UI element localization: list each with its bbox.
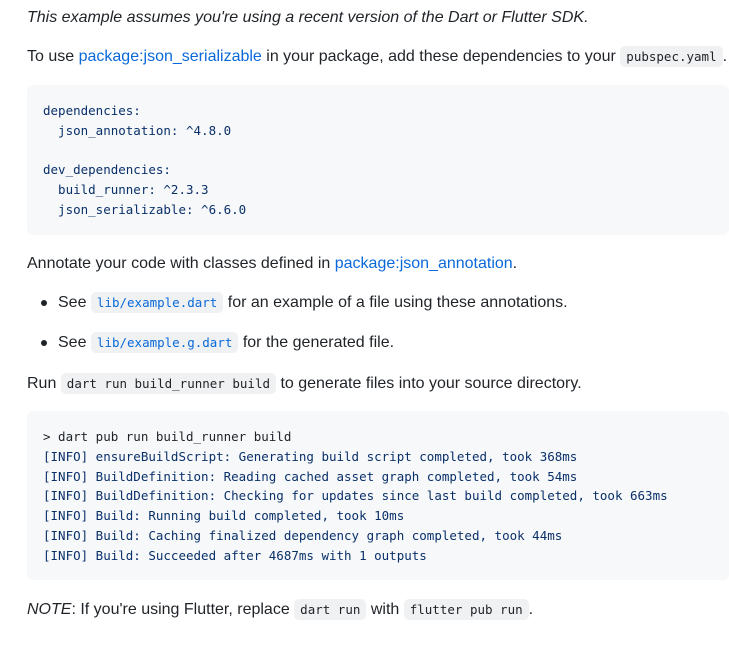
- code-line: dependencies:: [43, 103, 141, 118]
- list-item-suffix: for the generated file.: [238, 334, 395, 351]
- annotate-suffix: .: [512, 255, 518, 272]
- usage-middle: in your package, add these dependencies …: [261, 48, 621, 65]
- run-paragraph: Run dart run build_runner build to gener…: [27, 372, 582, 396]
- code-line: dev_dependencies:: [43, 162, 171, 178]
- code-line: build_runner: ^2.3.3: [43, 182, 209, 198]
- intro-text: This example assumes you're using a rece…: [27, 9, 589, 26]
- log-line: [INFO] ensureBuildScript: Generating bui…: [43, 448, 578, 464]
- run-command-code: dart run build_runner build: [60, 373, 276, 394]
- log-line: [INFO] Build: Caching finalized dependen…: [43, 527, 563, 543]
- note-middle: with: [366, 601, 404, 618]
- readme-content: This example assumes you're using a rece…: [0, 0, 729, 647]
- run-suffix: to generate files into your source direc…: [276, 375, 582, 392]
- list-item-prefix: See: [58, 334, 91, 351]
- example-dart-code-link[interactable]: lib/example.dart: [90, 292, 224, 313]
- annotate-paragraph: Annotate your code with classes defined …: [27, 252, 517, 276]
- usage-prefix: To use: [27, 48, 79, 65]
- json-annotation-link[interactable]: package:json_annotation: [335, 255, 513, 272]
- example-g-dart-code-link[interactable]: lib/example.g.dart: [90, 332, 239, 353]
- build-output-code-block[interactable]: > dart pub run build_runner build [INFO] …: [27, 411, 729, 580]
- note-paragraph: NOTE: If you're using Flutter, replace d…: [27, 598, 533, 622]
- bullet-icon: [41, 340, 47, 346]
- pubspec-code: pubspec.yaml: [620, 46, 723, 67]
- log-line: [INFO] Build: Succeeded after 4687ms wit…: [43, 547, 427, 563]
- bullet-icon: [41, 300, 47, 306]
- note-suffix: .: [528, 601, 534, 618]
- command-prompt-line: > dart pub run build_runner build: [43, 429, 292, 444]
- list-item-suffix: for an example of a file using these ann…: [223, 294, 568, 311]
- see-list: See lib/example.dart for an example of a…: [27, 291, 568, 371]
- list-item-prefix: See: [58, 294, 91, 311]
- dart-run-code: dart run: [294, 599, 367, 620]
- log-line: [INFO] BuildDefinition: Reading cached a…: [43, 468, 578, 484]
- note-prefix: : If you're using Flutter, replace: [71, 601, 295, 618]
- usage-paragraph: To use package:json_serializable in your…: [27, 45, 727, 69]
- annotate-prefix: Annotate your code with classes defined …: [27, 255, 335, 272]
- json-serializable-link[interactable]: package:json_serializable: [79, 48, 262, 65]
- flutter-pub-run-code: flutter pub run: [403, 599, 529, 620]
- note-label: NOTE: [27, 601, 72, 618]
- list-item: See lib/example.dart for an example of a…: [27, 291, 568, 331]
- list-item: See lib/example.g.dart for the generated…: [27, 331, 568, 371]
- log-line: [INFO] BuildDefinition: Checking for upd…: [43, 488, 668, 504]
- dependencies-code-block[interactable]: dependencies: json_annotation: ^4.8.0 dev…: [27, 85, 729, 235]
- log-line: [INFO] Build: Running build completed, t…: [43, 508, 405, 524]
- usage-suffix: .: [722, 48, 728, 65]
- code-line: json_annotation: ^4.8.0: [43, 122, 232, 138]
- code-line: json_serializable: ^6.6.0: [43, 201, 247, 217]
- run-prefix: Run: [27, 375, 61, 392]
